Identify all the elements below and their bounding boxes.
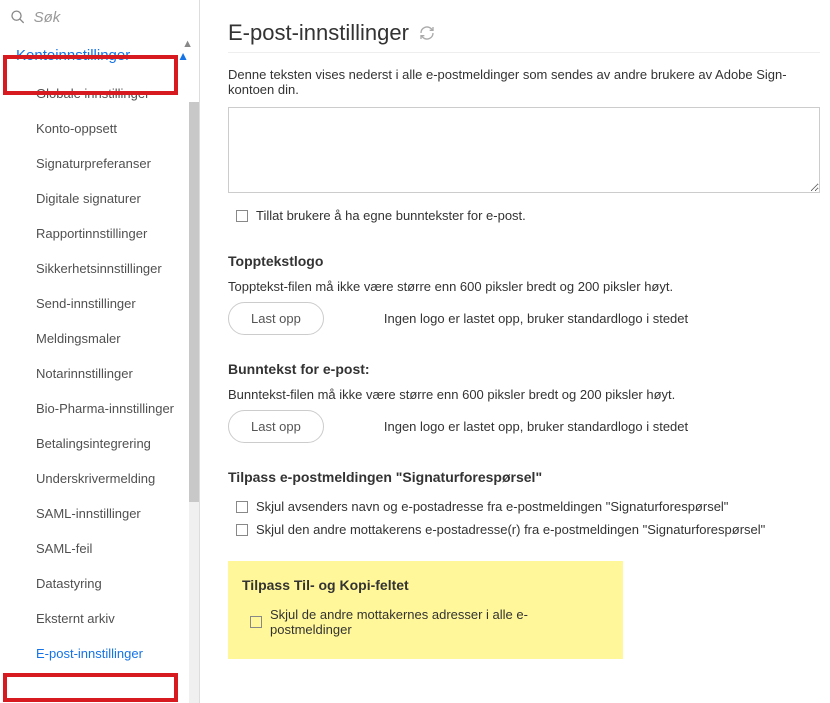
- section-heading-header-logo: Topptekstlogo: [228, 253, 820, 269]
- sidebar: ▲ Kontoinnstillinger ▲ Globale innstilli…: [0, 0, 200, 703]
- highlighted-section-tocc: Tilpass Til- og Kopi-feltet Skjul de and…: [228, 561, 623, 659]
- section-heading-customize-signreq: Tilpass e-postmeldingen "Signaturforespø…: [228, 469, 820, 485]
- checkbox-row-hide-other-recipient: Skjul den andre mottakerens e-postadress…: [228, 518, 820, 541]
- checkbox-row-hide-all-recipients: Skjul de andre mottakernes adresser i al…: [242, 603, 609, 641]
- scrollbar-thumb[interactable]: [189, 102, 199, 502]
- sidebar-item-datastyring[interactable]: Datastyring: [0, 566, 199, 601]
- sidebar-item-signaturpreferanser[interactable]: Signaturpreferanser: [0, 146, 199, 181]
- upload-row-footer: Last opp Ingen logo er lastet opp, bruke…: [228, 410, 820, 443]
- scrollbar-track[interactable]: [189, 102, 199, 703]
- nav-header-kontoinnstillinger[interactable]: Kontoinnstillinger ▲: [0, 35, 199, 76]
- footer-logo-status: Ingen logo er lastet opp, bruker standar…: [384, 419, 688, 434]
- checkbox-hide-sender-label: Skjul avsenders navn og e-postadresse fr…: [256, 499, 728, 514]
- sidebar-item-konto-oppsett[interactable]: Konto-oppsett: [0, 111, 199, 146]
- footer-email-info: Bunntekst-filen må ikke være større enn …: [228, 387, 820, 402]
- sidebar-item-underskrivermelding[interactable]: Underskrivermelding: [0, 461, 199, 496]
- section-heading-footer-email: Bunntekst for e-post:: [228, 361, 820, 377]
- sidebar-item-eksternt-arkiv[interactable]: Eksternt arkiv: [0, 601, 199, 636]
- section-heading-tocc: Tilpass Til- og Kopi-feltet: [242, 577, 609, 593]
- chevron-up-icon: ▲: [177, 49, 189, 63]
- upload-header-logo-button[interactable]: Last opp: [228, 302, 324, 335]
- checkbox-hide-all-recipients[interactable]: [250, 616, 262, 628]
- sidebar-item-send-innstillinger[interactable]: Send-innstillinger: [0, 286, 199, 321]
- search-input[interactable]: [34, 9, 189, 26]
- page-title-row: E-post-innstillinger: [228, 20, 820, 53]
- search-container: [0, 0, 199, 35]
- nav-header-label: Kontoinnstillinger: [16, 47, 130, 64]
- main-content: E-post-innstillinger Denne teksten vises…: [200, 0, 830, 703]
- header-logo-status: Ingen logo er lastet opp, bruker standar…: [384, 311, 688, 326]
- checkbox-row-hide-sender: Skjul avsenders navn og e-postadresse fr…: [228, 495, 820, 518]
- refresh-icon[interactable]: [419, 25, 435, 41]
- sidebar-item-epost-innstillinger[interactable]: E-post-innstillinger: [0, 636, 199, 671]
- checkbox-own-footer-label: Tillat brukere å ha egne bunntekster for…: [256, 208, 526, 223]
- sidebar-item-saml-innstillinger[interactable]: SAML-innstillinger: [0, 496, 199, 531]
- sidebar-item-meldingsmaler[interactable]: Meldingsmaler: [0, 321, 199, 356]
- search-icon: [10, 8, 26, 26]
- upload-footer-logo-button[interactable]: Last opp: [228, 410, 324, 443]
- checkbox-hide-other-recipient[interactable]: [236, 524, 248, 536]
- footer-description: Denne teksten vises nederst i alle e-pos…: [228, 67, 820, 97]
- header-logo-info: Topptekst-filen må ikke være større enn …: [228, 279, 820, 294]
- sidebar-item-notarinnstillinger[interactable]: Notarinnstillinger: [0, 356, 199, 391]
- sidebar-item-bio-pharma[interactable]: Bio-Pharma-innstillinger: [0, 391, 199, 426]
- nav-list: Globale innstillinger Konto-oppsett Sign…: [0, 76, 199, 703]
- sidebar-item-digitale-signaturer[interactable]: Digitale signaturer: [0, 181, 199, 216]
- checkbox-own-footer[interactable]: [236, 210, 248, 222]
- checkbox-hide-sender[interactable]: [236, 501, 248, 513]
- sidebar-item-globale-innstillinger[interactable]: Globale innstillinger: [0, 76, 199, 111]
- checkbox-row-own-footer: Tillat brukere å ha egne bunntekster for…: [228, 204, 820, 227]
- checkbox-hide-other-recipient-label: Skjul den andre mottakerens e-postadress…: [256, 522, 765, 537]
- page-title: E-post-innstillinger: [228, 20, 409, 46]
- sidebar-item-rapportinnstillinger[interactable]: Rapportinnstillinger: [0, 216, 199, 251]
- sidebar-item-sikkerhetsinnstillinger[interactable]: Sikkerhetsinnstillinger: [0, 251, 199, 286]
- upload-row-header: Last opp Ingen logo er lastet opp, bruke…: [228, 302, 820, 335]
- scroll-up-arrow-icon[interactable]: ▲: [182, 38, 193, 50]
- sidebar-item-betalingsintegrering[interactable]: Betalingsintegrering: [0, 426, 199, 461]
- footer-textarea[interactable]: [228, 107, 820, 193]
- checkbox-hide-all-recipients-label: Skjul de andre mottakernes adresser i al…: [270, 607, 609, 637]
- sidebar-item-saml-feil[interactable]: SAML-feil: [0, 531, 199, 566]
